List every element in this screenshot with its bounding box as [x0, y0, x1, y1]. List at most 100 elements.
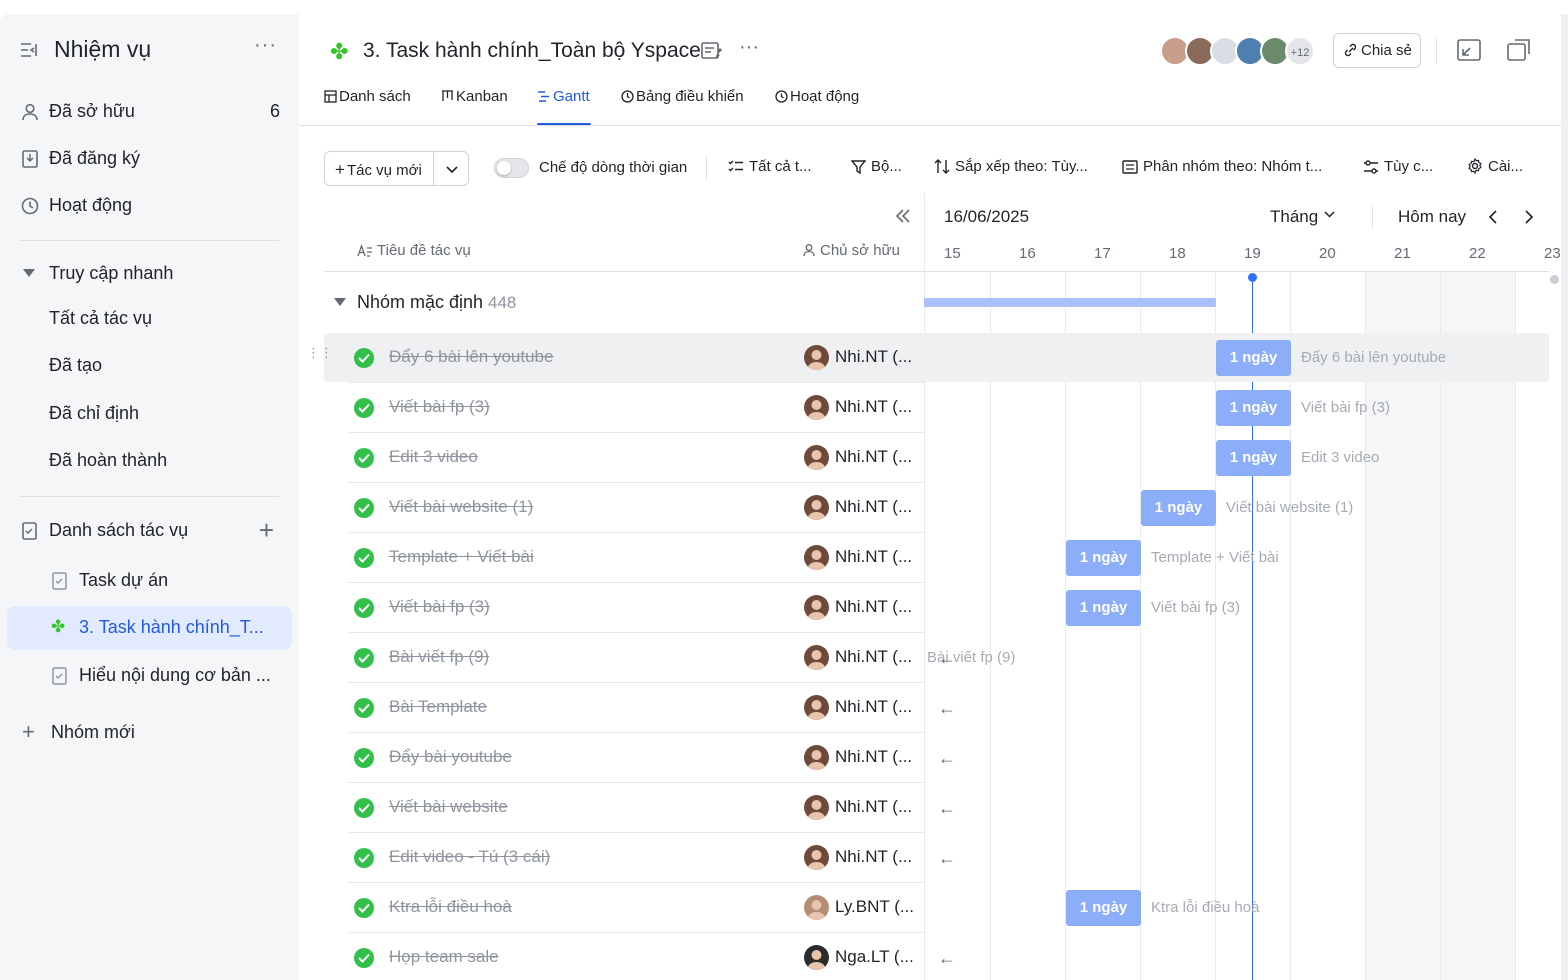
task-title[interactable]: Đẩy bài youtube — [389, 747, 512, 767]
table-row[interactable]: Viết bài fp (3) Nhi.NT (... 1 ngày Viết bài… — [0, 383, 1568, 433]
tab-gantt[interactable]: Gantt — [537, 88, 591, 126]
sidebar-item-owned[interactable]: Đã sở hữu 6 — [7, 90, 292, 134]
out-of-range-arrow-icon[interactable]: ← — [938, 648, 956, 669]
gantt-scale-select[interactable]: Tháng — [1270, 207, 1336, 227]
completed-check-icon[interactable] — [354, 948, 374, 968]
open-window-icon[interactable] — [1507, 39, 1531, 66]
collapse-menu-icon[interactable] — [20, 42, 38, 63]
gantt-task-bar[interactable]: 1 ngày — [1216, 440, 1291, 476]
sidebar-item-subscribed[interactable]: Đã đăng ký — [7, 137, 292, 181]
task-title[interactable]: Đẩy 6 bài lên youtube — [389, 347, 553, 367]
more-icon[interactable]: ··· — [739, 36, 759, 59]
task-title[interactable]: Template + Viết bài — [389, 547, 534, 567]
completed-check-icon[interactable] — [354, 898, 374, 918]
column-owner-header[interactable]: Chủ sở hữu — [802, 242, 900, 259]
task-title[interactable]: Viết bài fp (3) — [389, 397, 490, 417]
group-header-row[interactable]: Nhóm mặc định 448 — [324, 284, 924, 320]
completed-check-icon[interactable] — [354, 798, 374, 818]
quick-access-toggle[interactable]: Truy cập nhanh — [7, 252, 292, 296]
table-row[interactable]: Template + Viết bài Nhi.NT (... 1 ngày Temp… — [0, 533, 1568, 583]
group-by-button[interactable]: Phân nhóm theo: Nhóm t... — [1122, 158, 1322, 175]
task-owner[interactable]: Nhi.NT (... — [835, 547, 912, 567]
completed-check-icon[interactable] — [354, 848, 374, 868]
prev-period-icon[interactable] — [1487, 210, 1499, 229]
completed-check-icon[interactable] — [354, 648, 374, 668]
out-of-range-arrow-icon[interactable]: ← — [938, 748, 956, 769]
task-owner[interactable]: Nhi.NT (... — [835, 397, 912, 417]
customize-button[interactable]: Tùy c... — [1363, 158, 1433, 175]
tab-activity[interactable]: Hoạt động — [775, 88, 859, 126]
completed-check-icon[interactable] — [354, 698, 374, 718]
gantt-task-bar[interactable]: 1 ngày — [1216, 390, 1291, 426]
task-title[interactable]: Viết bài website — [389, 797, 508, 817]
table-row[interactable]: Đẩy bài youtube Nhi.NT (... ← — [0, 733, 1568, 783]
edit-list-icon[interactable] — [700, 40, 724, 67]
table-row[interactable]: Bài Template Nhi.NT (... ← — [0, 683, 1568, 733]
timeline-mode-toggle[interactable] — [494, 158, 529, 178]
task-title[interactable]: Họp team sale — [389, 947, 499, 967]
task-owner[interactable]: Nhi.NT (... — [835, 847, 912, 867]
chevron-down-icon[interactable] — [445, 162, 459, 180]
table-row[interactable]: Viết bài website Nhi.NT (... ← — [0, 783, 1568, 833]
gantt-task-bar[interactable]: 1 ngày — [1066, 590, 1141, 626]
task-owner[interactable]: Nhi.NT (... — [835, 747, 912, 767]
sidebar-item-activity[interactable]: Hoạt động — [7, 184, 292, 228]
new-task-button[interactable]: + Tác vụ mới — [324, 151, 469, 186]
out-of-range-arrow-icon[interactable]: ← — [938, 798, 956, 819]
collapse-table-icon[interactable] — [894, 207, 912, 230]
more-icon[interactable]: ··· — [254, 34, 277, 57]
drag-handle-icon[interactable]: ⋮⋮ — [307, 346, 333, 359]
sort-button[interactable]: Sắp xếp theo: Tùy... — [934, 158, 1088, 175]
table-row[interactable]: Họp team sale Nga.LT (... ← — [0, 933, 1568, 980]
task-owner[interactable]: Nhi.NT (... — [835, 597, 912, 617]
avatar-more-badge[interactable]: +12 — [1285, 36, 1315, 66]
completed-check-icon[interactable] — [354, 748, 374, 768]
completed-check-icon[interactable] — [354, 598, 374, 618]
column-title-header[interactable]: Tiêu đề tác vụ — [357, 242, 471, 259]
task-owner[interactable]: Nhi.NT (... — [835, 447, 912, 467]
gantt-task-bar[interactable]: 1 ngày — [1066, 890, 1141, 926]
gantt-task-bar[interactable]: 1 ngày — [1066, 540, 1141, 576]
share-button[interactable]: Chia sẻ — [1333, 33, 1421, 68]
task-title[interactable]: Viết bài website (1) — [389, 497, 533, 517]
tab-kanban[interactable]: Kanban — [441, 88, 508, 126]
settings-button[interactable]: Cài... — [1467, 157, 1523, 175]
out-of-range-arrow-icon[interactable]: ← — [938, 698, 956, 719]
completed-check-icon[interactable] — [354, 448, 374, 468]
completed-check-icon[interactable] — [354, 498, 374, 518]
task-owner[interactable]: Nhi.NT (... — [835, 797, 912, 817]
expand-icon[interactable] — [1457, 39, 1481, 66]
completed-check-icon[interactable] — [354, 348, 374, 368]
task-owner[interactable]: Nhi.NT (... — [835, 497, 912, 517]
task-title[interactable]: Edit 3 video — [389, 447, 478, 467]
table-row[interactable]: ⋮⋮ Đẩy 6 bài lên youtube Nhi.NT (... 1 ngày… — [0, 333, 1568, 383]
table-row[interactable]: Edit video - Tú (3 cái) Nhi.NT (... ← — [0, 833, 1568, 883]
task-title[interactable]: Bài Template — [389, 697, 487, 717]
tab-dashboard[interactable]: Bảng điều khiển — [621, 88, 744, 126]
task-owner[interactable]: Nhi.NT (... — [835, 647, 912, 667]
all-tasks-filter-button[interactable]: Tất cả t... — [728, 158, 812, 175]
today-button[interactable]: Hôm nay — [1398, 207, 1466, 227]
task-owner[interactable]: Nhi.NT (... — [835, 697, 912, 717]
task-owner[interactable]: Nhi.NT (... — [835, 347, 912, 367]
table-row[interactable]: Edit 3 video Nhi.NT (... 1 ngày Edit 3 vide… — [0, 433, 1568, 483]
task-owner[interactable]: Nga.LT (... — [835, 947, 914, 967]
filter-button[interactable]: Bộ... — [850, 158, 902, 175]
gantt-task-bar[interactable]: 1 ngày — [1216, 340, 1291, 376]
task-title[interactable]: Edit video - Tú (3 cái) — [389, 847, 550, 867]
completed-check-icon[interactable] — [354, 398, 374, 418]
task-title[interactable]: Ktra lỗi điều hoà — [389, 897, 512, 917]
table-row[interactable]: Ktra lỗi điều hoà Ly.BNT (... 1 ngày Ktra l… — [0, 883, 1568, 933]
out-of-range-arrow-icon[interactable]: ← — [938, 848, 956, 869]
tab-list[interactable]: Danh sách — [324, 88, 411, 126]
table-row[interactable]: Viết bài website (1) Nhi.NT (... 1 ngày Viế… — [0, 483, 1568, 533]
task-title[interactable]: Viết bài fp (3) — [389, 597, 490, 617]
table-row[interactable]: Bài viết fp (9) Nhi.NT (... Bài viết fp (9… — [0, 633, 1568, 683]
next-period-icon[interactable] — [1523, 210, 1535, 229]
completed-check-icon[interactable] — [354, 548, 374, 568]
gantt-task-bar[interactable]: 1 ngày — [1141, 490, 1216, 526]
task-title[interactable]: Bài viết fp (9) — [389, 647, 489, 667]
scroll-indicator[interactable] — [1550, 275, 1559, 284]
table-row[interactable]: Viết bài fp (3) Nhi.NT (... 1 ngày Viết bài… — [0, 583, 1568, 633]
task-owner[interactable]: Ly.BNT (... — [835, 897, 914, 917]
